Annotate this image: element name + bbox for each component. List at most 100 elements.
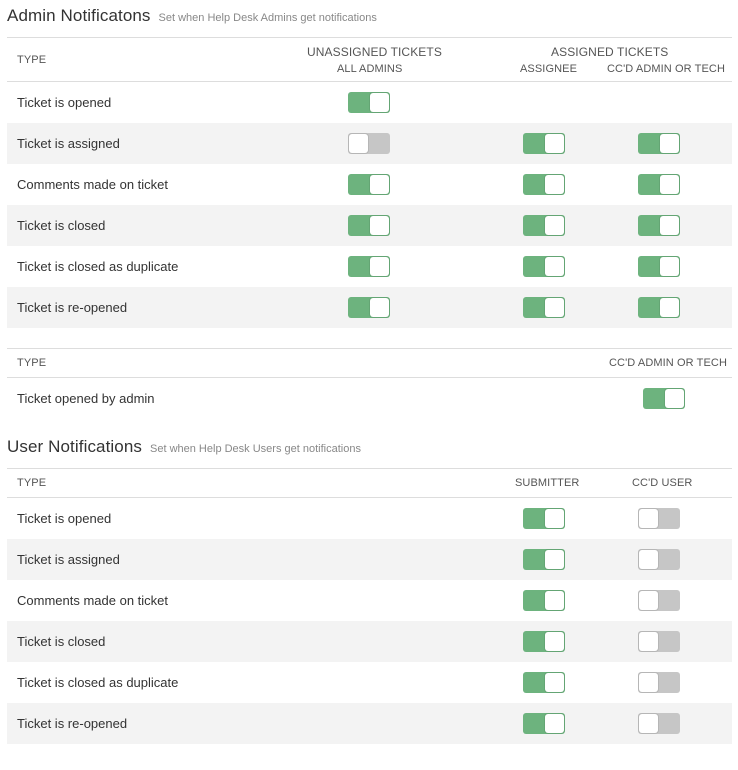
- type-header: TYPE: [17, 54, 47, 66]
- user-table-header: TYPE SUBMITTER CC'D USER: [7, 468, 732, 498]
- all-admins-toggle[interactable]: [348, 174, 390, 195]
- ccd-admin-tech-toggle[interactable]: [643, 388, 685, 409]
- row-label: Ticket is opened: [17, 95, 112, 110]
- ccd-admin-tech-toggle[interactable]: [638, 133, 680, 154]
- table-row: Ticket is opened: [7, 498, 732, 539]
- ccd-admin-tech-header: CC'D ADMIN OR TECH: [609, 357, 727, 369]
- toggle-knob: [660, 298, 679, 317]
- submitter-toggle[interactable]: [523, 590, 565, 611]
- assignee-toggle[interactable]: [523, 297, 565, 318]
- toggle-knob: [660, 216, 679, 235]
- toggle-knob: [545, 591, 564, 610]
- row-label: Ticket is assigned: [17, 136, 120, 151]
- ccd-user-toggle[interactable]: [638, 631, 680, 652]
- toggle-knob: [660, 257, 679, 276]
- all-admins-toggle[interactable]: [348, 256, 390, 277]
- toggle-knob: [639, 509, 658, 528]
- toggle-knob: [665, 389, 684, 408]
- assigned-tickets-header: ASSIGNED TICKETS: [551, 45, 669, 59]
- toggle-knob: [370, 175, 389, 194]
- row-label: Ticket is re-opened: [17, 300, 128, 315]
- row-label: Ticket is closed as duplicate: [17, 675, 179, 690]
- table-row: Ticket is re-opened: [7, 703, 732, 744]
- user-section-header: User Notifications Set when Help Desk Us…: [7, 437, 361, 457]
- all-admins-header: ALL ADMINS: [337, 63, 403, 75]
- row-label: Ticket is opened: [17, 511, 112, 526]
- ccd-admin-tech-toggle[interactable]: [638, 297, 680, 318]
- toggle-knob: [545, 509, 564, 528]
- toggle-knob: [545, 673, 564, 692]
- ccd-admin-tech-header: CC'D ADMIN OR TECH: [607, 63, 725, 75]
- admin-second-table-header: TYPE CC'D ADMIN OR TECH: [7, 348, 732, 378]
- all-admins-toggle[interactable]: [348, 133, 390, 154]
- admin-section-subtitle: Set when Help Desk Admins get notificati…: [158, 12, 377, 24]
- row-label: Comments made on ticket: [17, 593, 169, 608]
- toggle-knob: [545, 257, 564, 276]
- admin-notifications-table: TYPE UNASSIGNED TICKETS ALL ADMINS ASSIG…: [7, 37, 732, 328]
- assignee-toggle[interactable]: [523, 133, 565, 154]
- ccd-user-toggle[interactable]: [638, 590, 680, 611]
- ccd-user-toggle[interactable]: [638, 713, 680, 734]
- row-label: Ticket is re-opened: [17, 716, 128, 731]
- admin-section-title: Admin Notificatons: [7, 6, 151, 25]
- table-row: Ticket is opened: [7, 82, 732, 123]
- toggle-knob: [545, 714, 564, 733]
- table-row: Ticket is closed as duplicate: [7, 662, 732, 703]
- toggle-knob: [639, 550, 658, 569]
- table-row: Ticket is assigned: [7, 539, 732, 580]
- row-label: Ticket is assigned: [17, 552, 120, 567]
- type-header: TYPE: [17, 357, 47, 369]
- table-row: Comments made on ticket: [7, 164, 732, 205]
- admin-section-header: Admin Notificatons Set when Help Desk Ad…: [7, 6, 377, 26]
- ccd-user-toggle[interactable]: [638, 508, 680, 529]
- assignee-toggle[interactable]: [523, 215, 565, 236]
- ccd-admin-tech-toggle[interactable]: [638, 256, 680, 277]
- submitter-toggle[interactable]: [523, 672, 565, 693]
- admin-table-body: Ticket is opened Ticket is assigned Commen…: [7, 82, 732, 328]
- all-admins-toggle[interactable]: [348, 92, 390, 113]
- table-row: Ticket is closed: [7, 205, 732, 246]
- ccd-user-header: CC'D USER: [632, 477, 693, 489]
- all-admins-toggle[interactable]: [348, 215, 390, 236]
- toggle-knob: [639, 673, 658, 692]
- submitter-toggle[interactable]: [523, 631, 565, 652]
- ccd-admin-tech-toggle[interactable]: [638, 174, 680, 195]
- toggle-knob: [370, 93, 389, 112]
- row-label: Ticket is closed: [17, 634, 106, 649]
- assignee-toggle[interactable]: [523, 174, 565, 195]
- submitter-toggle[interactable]: [523, 549, 565, 570]
- admin-table-header: TYPE UNASSIGNED TICKETS ALL ADMINS ASSIG…: [7, 37, 732, 82]
- table-row: Comments made on ticket: [7, 580, 732, 621]
- toggle-knob: [370, 257, 389, 276]
- table-row: Ticket is closed: [7, 621, 732, 662]
- toggle-knob: [545, 216, 564, 235]
- toggle-knob: [545, 175, 564, 194]
- ccd-user-toggle[interactable]: [638, 549, 680, 570]
- user-table-body: Ticket is opened Ticket is assigned Commen…: [7, 498, 732, 744]
- table-row: Ticket opened by admin: [7, 378, 732, 419]
- table-row: Ticket is re-opened: [7, 287, 732, 328]
- unassigned-tickets-header: UNASSIGNED TICKETS: [307, 45, 442, 59]
- all-admins-toggle[interactable]: [348, 297, 390, 318]
- submitter-toggle[interactable]: [523, 508, 565, 529]
- ccd-user-toggle[interactable]: [638, 672, 680, 693]
- toggle-knob: [370, 298, 389, 317]
- table-row: Ticket is closed as duplicate: [7, 246, 732, 287]
- user-notifications-table: TYPE SUBMITTER CC'D USER Ticket is opene…: [7, 468, 732, 744]
- type-header: TYPE: [17, 477, 47, 489]
- toggle-knob: [639, 714, 658, 733]
- toggle-knob: [545, 134, 564, 153]
- row-label: Ticket opened by admin: [17, 391, 155, 406]
- toggle-knob: [370, 216, 389, 235]
- toggle-knob: [660, 175, 679, 194]
- admin-opened-by-admin-table: TYPE CC'D ADMIN OR TECH Ticket opened by…: [7, 348, 732, 419]
- assignee-toggle[interactable]: [523, 256, 565, 277]
- toggle-knob: [639, 591, 658, 610]
- toggle-knob: [660, 134, 679, 153]
- toggle-knob: [545, 550, 564, 569]
- assignee-header: ASSIGNEE: [520, 63, 578, 75]
- submitter-toggle[interactable]: [523, 713, 565, 734]
- ccd-admin-tech-toggle[interactable]: [638, 215, 680, 236]
- toggle-knob: [639, 632, 658, 651]
- toggle-knob: [349, 134, 368, 153]
